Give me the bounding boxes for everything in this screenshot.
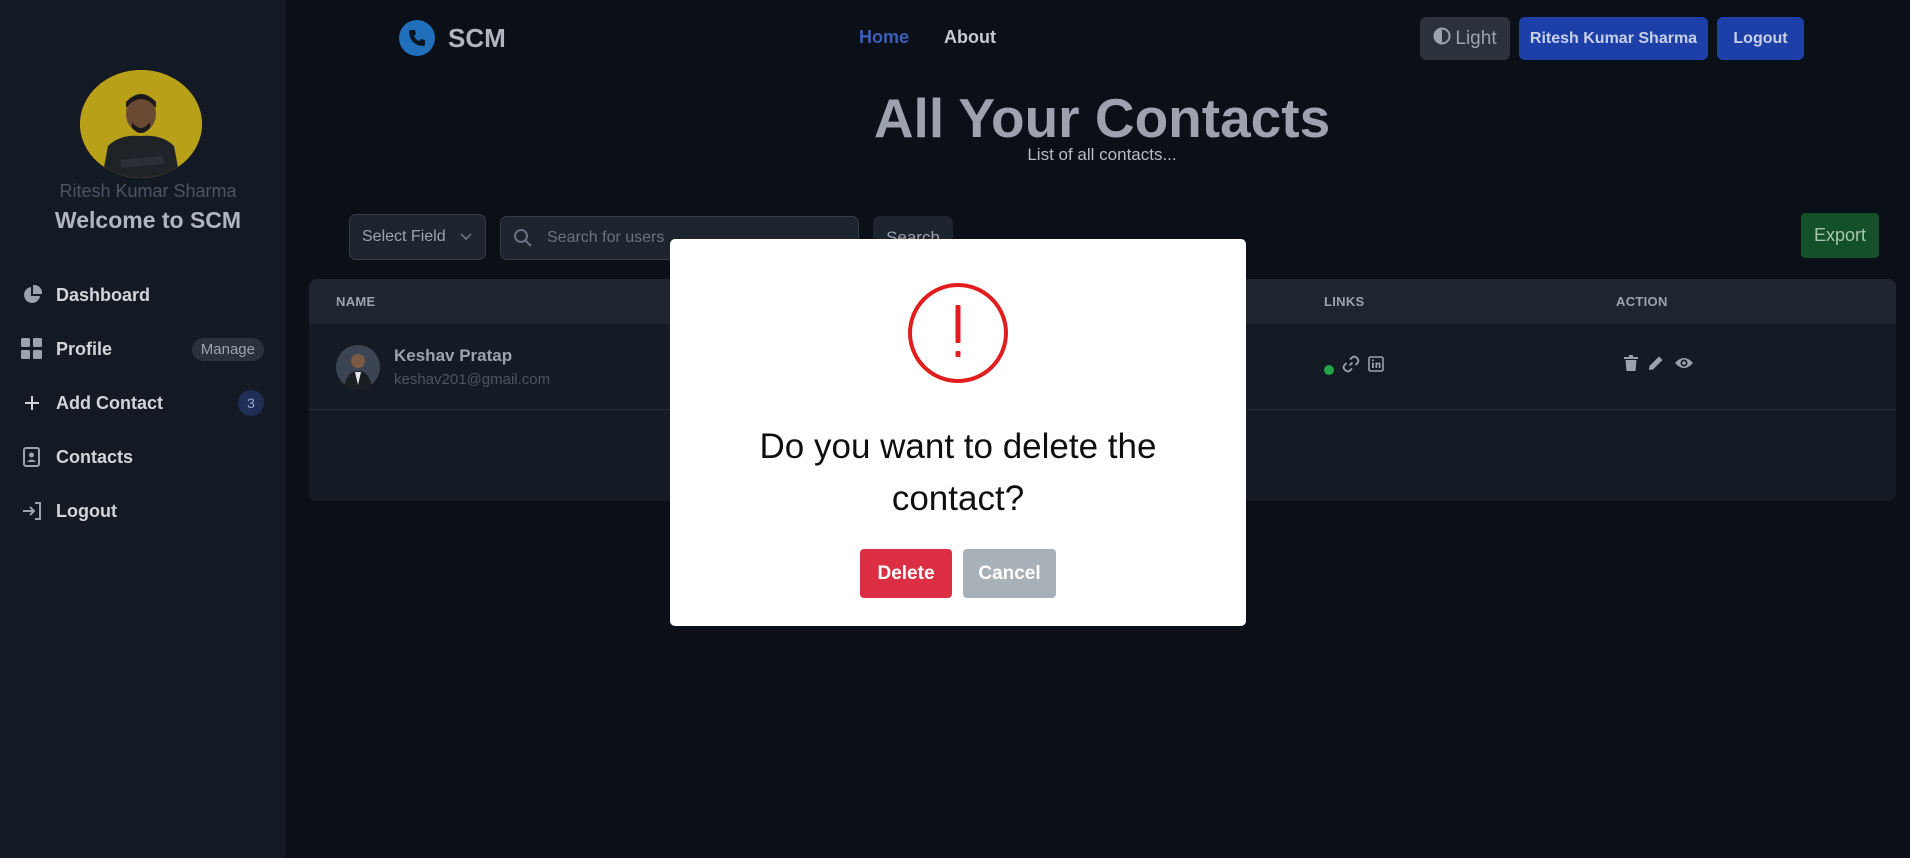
dialog-message: Do you want to delete the contact? (759, 427, 1157, 518)
cancel-button[interactable]: Cancel (963, 549, 1056, 598)
delete-confirm-dialog: Do you want to delete the contact? Delet… (670, 239, 1246, 626)
confirm-delete-button[interactable]: Delete (860, 549, 952, 598)
warning-icon (908, 283, 1008, 383)
